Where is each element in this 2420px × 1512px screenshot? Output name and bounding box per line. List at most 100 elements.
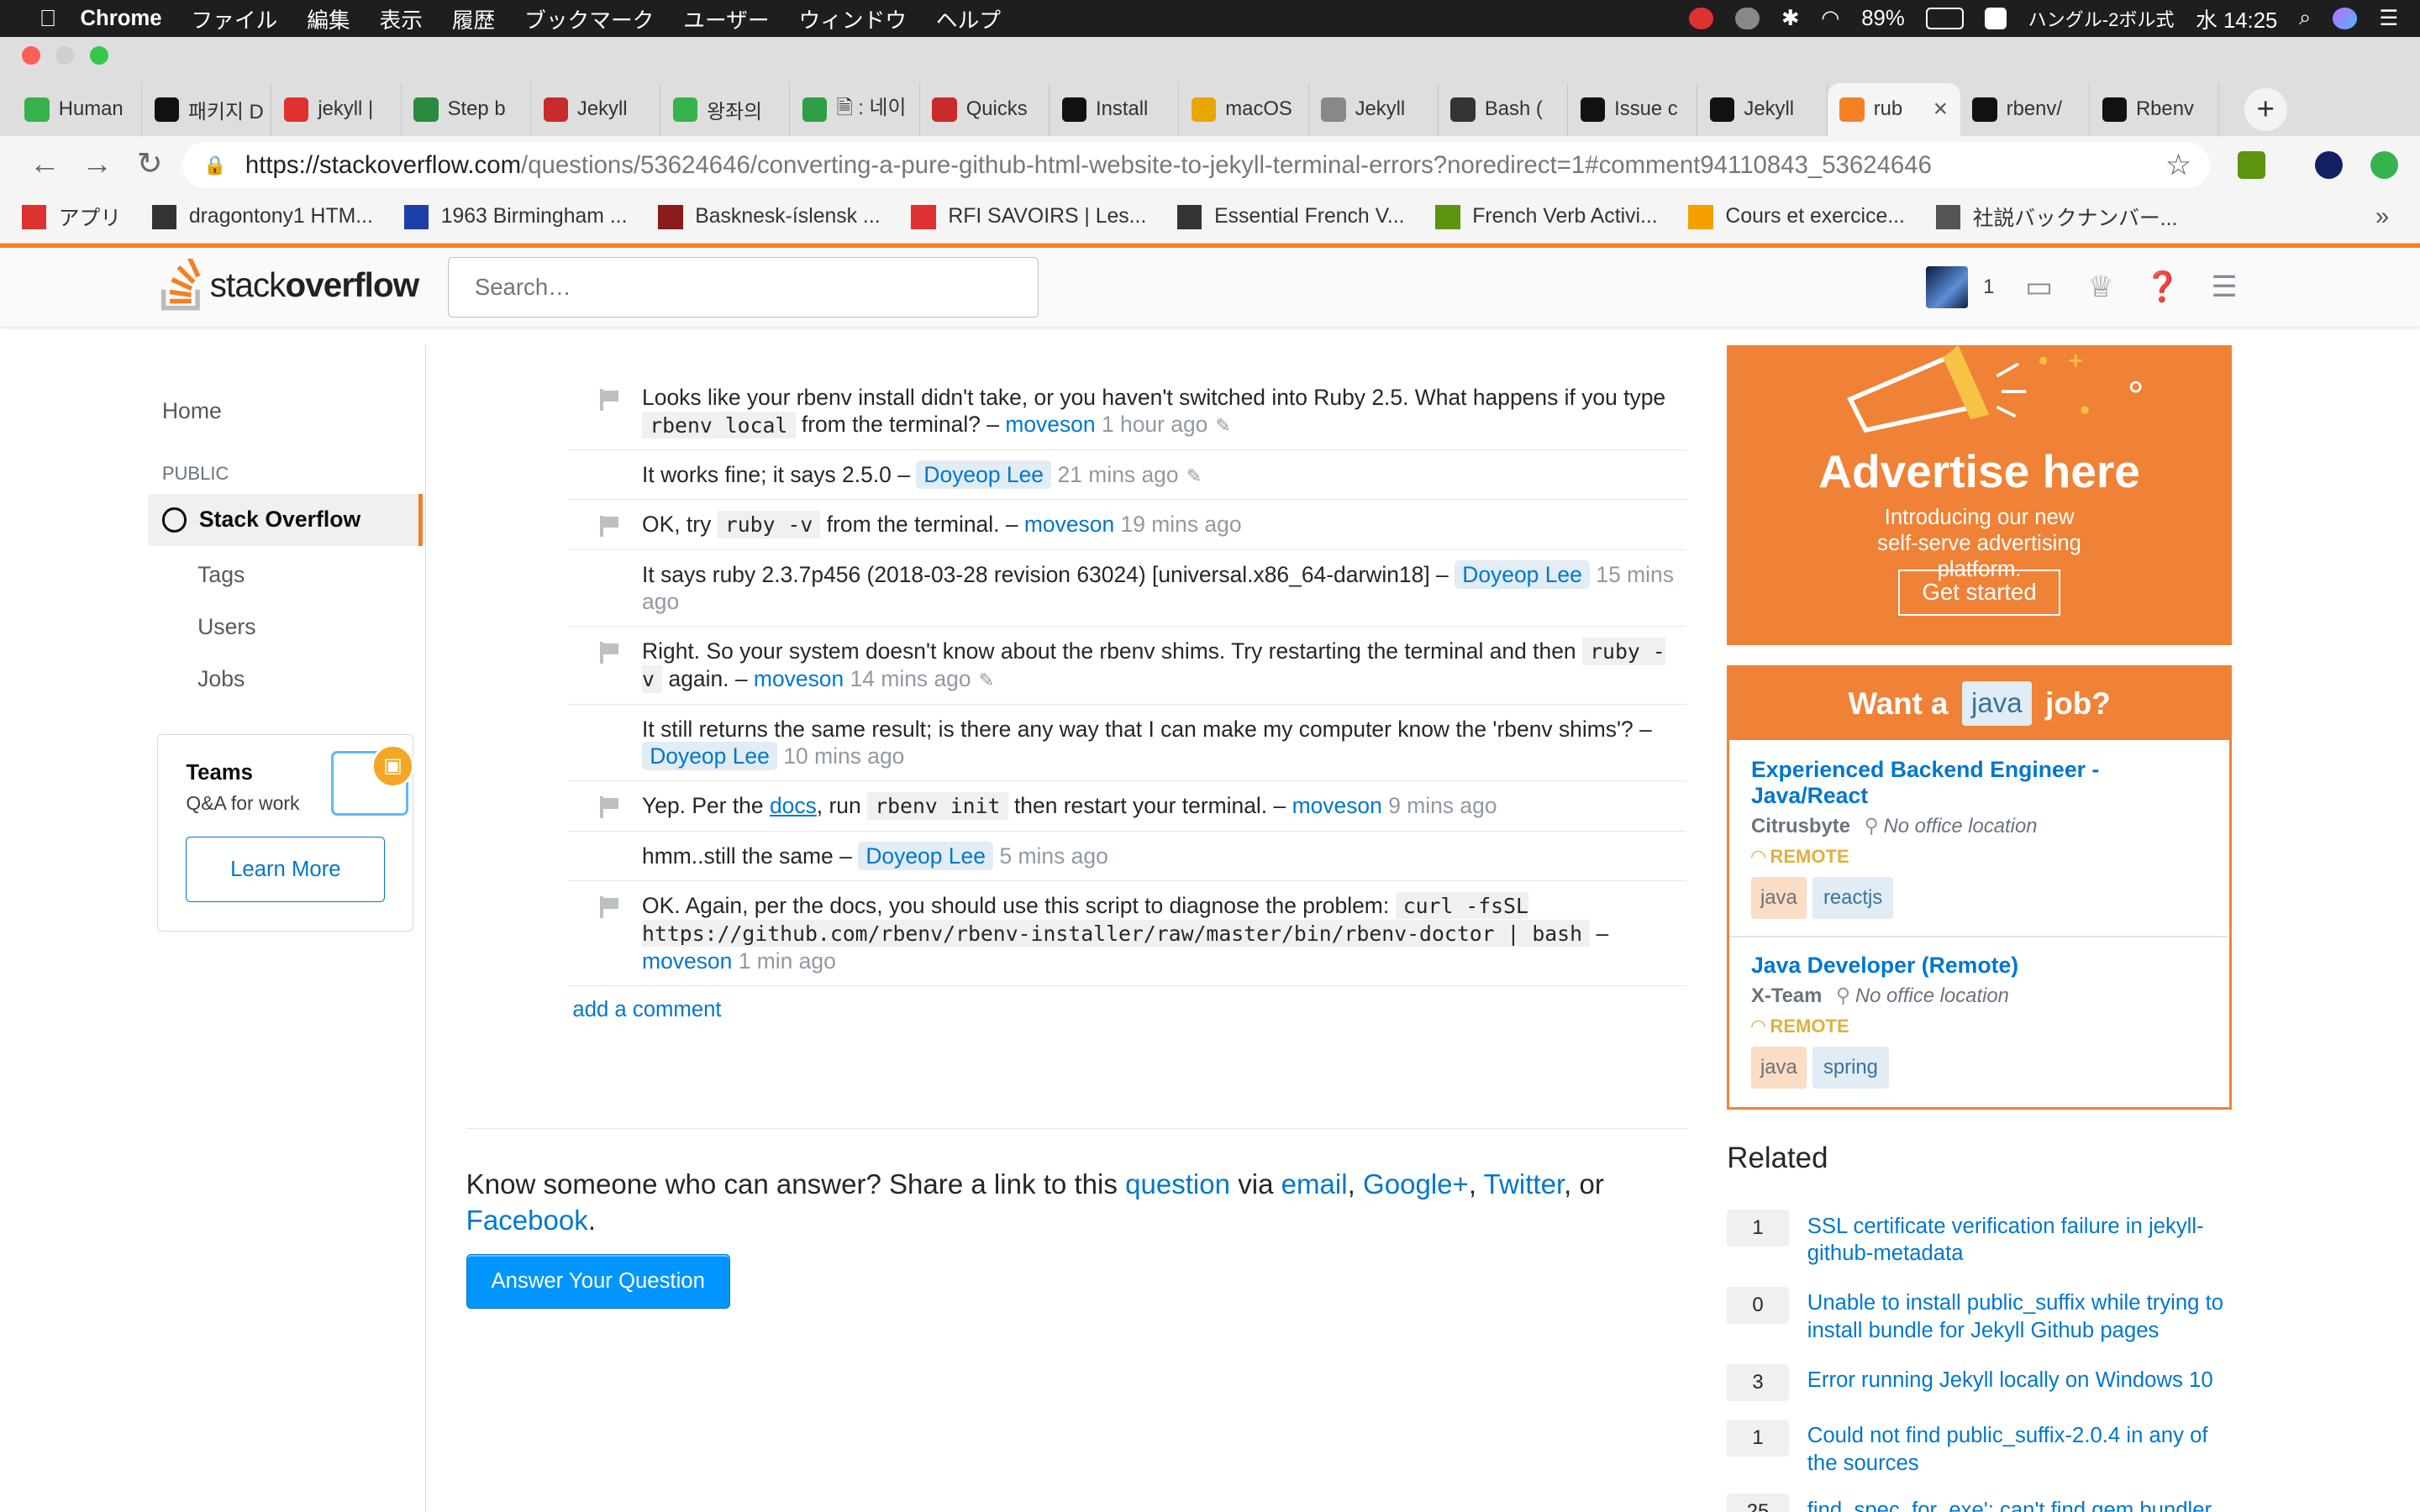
- jobs-header[interactable]: Want a java job?: [1729, 667, 2229, 740]
- comment-time[interactable]: 9 mins ago: [1388, 793, 1497, 818]
- comment-user-link[interactable]: moveson: [642, 948, 732, 974]
- tab-5[interactable]: 왕좌의: [660, 83, 791, 136]
- related-score[interactable]: 0: [1727, 1286, 1789, 1324]
- close-window-button[interactable]: [21, 46, 40, 66]
- bookmark-6[interactable]: French Verb Activi...: [1435, 204, 1658, 230]
- job-tag[interactable]: java: [1750, 1047, 1807, 1089]
- menu-file[interactable]: ファイル: [191, 3, 277, 34]
- nav-jobs[interactable]: Jobs: [197, 666, 245, 692]
- back-button[interactable]: ←: [18, 146, 71, 181]
- related-question-link[interactable]: find_spec_for_exe': can't find gem bundl…: [1807, 1497, 2239, 1512]
- achievements-trophy-icon[interactable]: ♕: [2084, 270, 2118, 304]
- comment-time[interactable]: 1 min ago: [739, 948, 836, 974]
- flag-icon[interactable]: [599, 642, 621, 664]
- apple-icon[interactable]: : [34, 5, 61, 32]
- reputation-count[interactable]: 1: [1983, 276, 1994, 299]
- bookmark-star-icon[interactable]: ☆: [2165, 149, 2191, 182]
- update-icon[interactable]: [2370, 150, 2399, 180]
- menu-app-name[interactable]: Chrome: [80, 7, 161, 31]
- site-search-input[interactable]: [447, 257, 1039, 318]
- related-question-link[interactable]: Unable to install public_suffix while tr…: [1807, 1289, 2239, 1343]
- inbox-icon[interactable]: ▭: [2022, 270, 2055, 304]
- cloud-icon[interactable]: [1734, 8, 1760, 29]
- tab-11[interactable]: Bash (: [1439, 83, 1569, 136]
- flag-icon[interactable]: [599, 515, 621, 538]
- comment-time[interactable]: 14 mins ago: [850, 666, 971, 691]
- comment-user-link[interactable]: moveson: [1292, 793, 1382, 818]
- tab-2[interactable]: jekyll |: [271, 83, 402, 136]
- comment-time[interactable]: 19 mins ago: [1121, 512, 1242, 537]
- tab-16[interactable]: Rbenv: [2090, 83, 2220, 136]
- related-score[interactable]: 1: [1727, 1419, 1789, 1457]
- related-score[interactable]: 25: [1727, 1493, 1789, 1512]
- tab-9[interactable]: macOS: [1179, 83, 1309, 136]
- tab-12[interactable]: Issue c: [1568, 83, 1698, 136]
- siri-icon[interactable]: [2333, 8, 2358, 29]
- comment-user-link[interactable]: moveson: [1005, 412, 1095, 437]
- bookmark-7[interactable]: Cours et exercice...: [1688, 204, 1905, 230]
- share-question-link[interactable]: question: [1125, 1169, 1230, 1200]
- user-avatar[interactable]: [1926, 266, 1968, 308]
- bookmark-4[interactable]: RFI SAVOIRS | Les...: [911, 204, 1146, 230]
- menu-edit[interactable]: 編集: [307, 3, 350, 34]
- tab-15[interactable]: rbenv/: [1960, 83, 2090, 136]
- so-logo[interactable]: stackoverflow: [160, 259, 419, 311]
- site-switcher-icon[interactable]: ☰: [2207, 270, 2241, 304]
- tab-4[interactable]: Jekyll: [531, 83, 661, 136]
- lock-icon[interactable]: 🔒: [203, 155, 226, 176]
- nav-stack-overflow[interactable]: Stack Overflow: [148, 493, 424, 547]
- share-facebook-link[interactable]: Facebook: [466, 1205, 588, 1236]
- job-tag[interactable]: reactjs: [1812, 877, 1894, 920]
- comment-user-link[interactable]: Doyeop Lee: [1455, 560, 1591, 589]
- job-tag[interactable]: spring: [1812, 1047, 1889, 1089]
- clock[interactable]: 水 14:25: [2196, 3, 2277, 34]
- teams-learn-more-button[interactable]: Learn More: [186, 837, 386, 902]
- nav-tags[interactable]: Tags: [197, 562, 245, 588]
- comment-user-link[interactable]: Doyeop Lee: [916, 460, 1052, 490]
- job-title-link[interactable]: Experienced Backend Engineer - Java/Reac…: [1751, 757, 2214, 809]
- minimize-window-button[interactable]: [55, 46, 75, 66]
- help-icon[interactable]: ❓: [2144, 270, 2181, 304]
- share-email-link[interactable]: email: [1281, 1169, 1348, 1200]
- bookmark-1[interactable]: dragontony1 HTM...: [151, 204, 373, 230]
- tab-14[interactable]: rub ×: [1827, 83, 1960, 136]
- add-comment-link[interactable]: add a comment: [572, 998, 721, 1022]
- bookmark-5[interactable]: Essential French V...: [1177, 204, 1404, 230]
- menu-view[interactable]: 表示: [380, 3, 423, 34]
- flag-icon[interactable]: [599, 896, 621, 918]
- bookmark-3[interactable]: Basknesk-íslensk ...: [658, 204, 881, 230]
- bookmark-8[interactable]: 社説バックナンバー...: [1935, 202, 2177, 232]
- zoom-window-button[interactable]: [89, 46, 108, 66]
- forward-button[interactable]: →: [71, 146, 123, 181]
- notification-center-icon[interactable]: ☰: [2379, 6, 2398, 31]
- nav-home[interactable]: Home: [162, 398, 222, 424]
- nav-users[interactable]: Users: [197, 614, 256, 640]
- comment-time[interactable]: 1 hour ago: [1102, 412, 1207, 437]
- comment-time[interactable]: 10 mins ago: [783, 743, 904, 769]
- status-app-icon[interactable]: [1688, 8, 1714, 29]
- related-question-link[interactable]: Error running Jekyll locally on Windows …: [1807, 1367, 2239, 1394]
- flag-icon[interactable]: [599, 388, 621, 411]
- extension-icon[interactable]: [2238, 150, 2266, 180]
- answer-your-question-button[interactable]: Answer Your Question: [466, 1254, 730, 1309]
- menu-window[interactable]: ウィンドウ: [798, 3, 907, 34]
- tab-10[interactable]: Jekyll: [1309, 83, 1439, 136]
- new-tab-button[interactable]: +: [2244, 87, 2287, 132]
- spotlight-icon[interactable]: ⌕: [2299, 6, 2311, 31]
- tab-0[interactable]: Human: [13, 83, 142, 136]
- menu-help[interactable]: ヘルプ: [936, 3, 1001, 34]
- menu-people[interactable]: ユーザー: [683, 3, 769, 34]
- comment-user-link[interactable]: Doyeop Lee: [642, 742, 777, 770]
- bluetooth-icon[interactable]: ✱: [1781, 6, 1800, 31]
- profile-avatar-icon[interactable]: [2315, 150, 2344, 180]
- bookmark-0[interactable]: アプリ: [21, 202, 121, 232]
- input-source-icon[interactable]: [1985, 8, 2007, 29]
- comment-time[interactable]: 5 mins ago: [999, 843, 1107, 869]
- tab-6[interactable]: 🗎 : 네이: [790, 83, 920, 136]
- bookmarks-overflow-chevron-icon[interactable]: »: [2375, 202, 2389, 231]
- job-title-link[interactable]: Java Developer (Remote): [1751, 953, 2214, 979]
- comment-docs-link[interactable]: docs: [770, 793, 817, 818]
- tab-13[interactable]: Jekyll: [1697, 83, 1828, 136]
- battery-percent[interactable]: 89%: [1861, 7, 1904, 31]
- tab-3[interactable]: Step b: [402, 83, 531, 136]
